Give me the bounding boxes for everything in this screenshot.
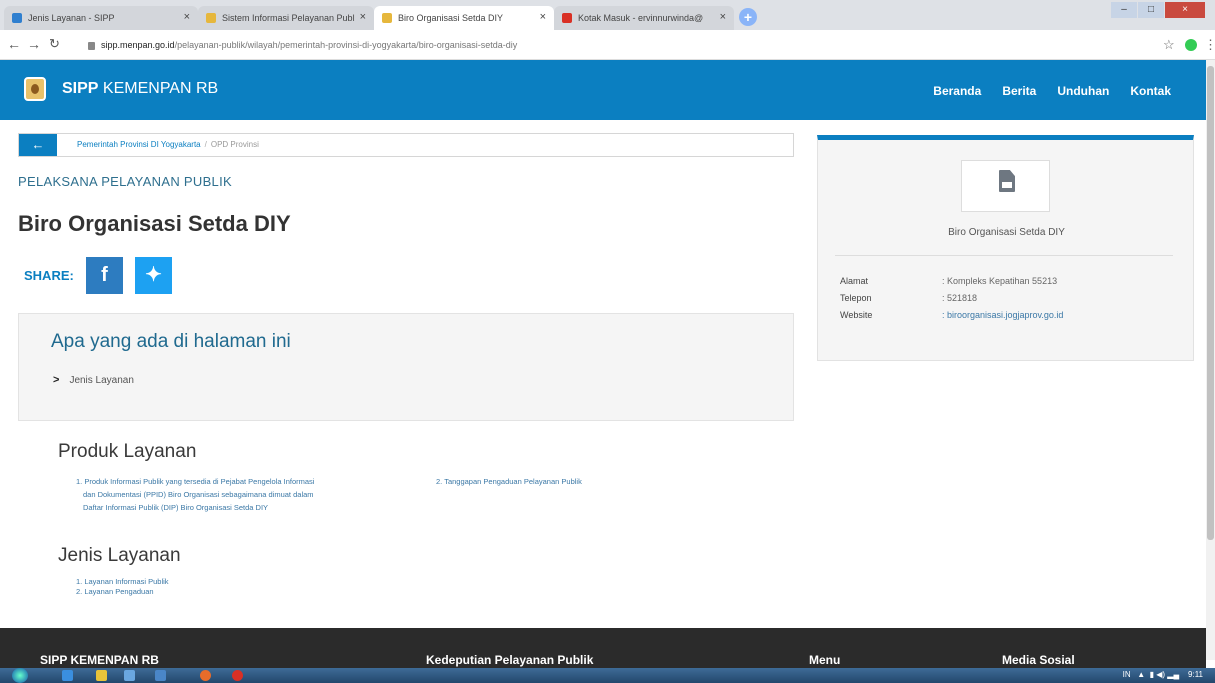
facebook-share-button[interactable]: f <box>86 257 123 294</box>
tab-favicon-icon <box>382 13 392 23</box>
info-value-alamat: : Kompleks Kepatihan 55213 <box>942 276 1058 286</box>
language-indicator[interactable]: IN <box>1123 670 1131 679</box>
organization-card: Biro Organisasi Setda DIY Alamat : Kompl… <box>817 135 1194 361</box>
browser-tab[interactable]: Kotak Masuk - ervinnurwinda@ × <box>554 6 734 30</box>
maximize-icon[interactable]: □ <box>1138 2 1164 18</box>
app-icon[interactable] <box>155 670 166 681</box>
breadcrumb-link-province[interactable]: Pemerintah Provinsi DI Yogyakarta <box>77 140 201 149</box>
url-path: /pelayanan-publik/wilayah/pemerintah-pro… <box>174 40 518 50</box>
info-label-website: Website <box>840 310 873 320</box>
contents-item[interactable]: > Jenis Layanan <box>53 374 134 386</box>
tab-close-icon[interactable]: × <box>184 11 190 23</box>
jenis-item-2[interactable]: 2. Layanan Pengaduan <box>76 587 169 597</box>
contents-item-label: Jenis Layanan <box>69 375 134 386</box>
close-window-icon[interactable]: × <box>1165 2 1205 18</box>
url-field[interactable]: sipp.menpan.go.id/pelayanan-publik/wilay… <box>88 35 1146 55</box>
top-navigation: Beranda Berita Unduhan Kontak <box>933 84 1171 98</box>
browser-menu-icon[interactable]: ⋮ <box>1204 37 1215 53</box>
tab-label: Jenis Layanan - SIPP <box>28 13 115 23</box>
produk-item-1-line: dan Dokumentasi (PPID) Biro Organisasi s… <box>83 490 314 499</box>
tab-close-icon[interactable]: × <box>720 11 726 23</box>
footer-heading-media-sosial: Media Sosial <box>1002 653 1075 667</box>
tab-favicon-icon <box>206 13 216 23</box>
card-divider <box>835 255 1173 256</box>
jenis-item-1[interactable]: 1. Layanan Informasi Publik <box>76 577 169 587</box>
info-value-website[interactable]: : biroorganisasi.jogjaprov.go.id <box>942 310 1063 320</box>
nav-berita[interactable]: Berita <box>1002 84 1036 98</box>
jenis-layanan-list: 1. Layanan Informasi Publik 2. Layanan P… <box>76 577 169 597</box>
app-icon[interactable] <box>124 670 135 681</box>
breadcrumb-separator: / <box>204 140 207 149</box>
jenis-layanan-heading: Jenis Layanan <box>58 545 181 566</box>
produk-item-1-line: 1. Produk Informasi Publik yang tersedia… <box>76 477 315 486</box>
site-brand[interactable]: SIPP KEMENPAN RB <box>62 80 218 98</box>
facebook-icon: f <box>101 264 108 286</box>
produk-item-1-line: Daftar Informasi Publik (DIP) Biro Organ… <box>83 503 269 512</box>
nav-kontak[interactable]: Kontak <box>1130 84 1171 98</box>
produk-item-1[interactable]: 1. Produk Informasi Publik yang tersedia… <box>76 475 314 514</box>
produk-layanan-heading: Produk Layanan <box>58 441 197 462</box>
footer-heading-kedeputian: Kedeputian Pelayanan Publik <box>426 653 594 667</box>
firefox-icon[interactable] <box>200 670 211 681</box>
page-contents-box: Apa yang ada di halaman ini > Jenis Layan… <box>18 313 794 421</box>
info-label-telepon: Telepon <box>840 293 872 303</box>
info-label-alamat: Alamat <box>840 276 869 286</box>
back-button[interactable]: ← <box>19 134 57 156</box>
organization-name: Biro Organisasi Setda DIY <box>948 227 1065 238</box>
browser-tab[interactable]: Jenis Layanan - SIPP × <box>4 6 198 30</box>
breadcrumb: ← Pemerintah Provinsi DI Yogyakarta / OPD … <box>18 133 794 157</box>
window-controls: – □ × <box>1110 2 1205 18</box>
back-arrow-icon[interactable]: ← <box>7 36 21 52</box>
tab-close-icon[interactable]: × <box>360 11 366 23</box>
share-label: SHARE: <box>24 268 74 283</box>
brand-bold: SIPP <box>62 80 99 97</box>
minimize-icon[interactable]: – <box>1111 2 1137 18</box>
footer-heading-menu: Menu <box>809 653 841 667</box>
page-title: Biro Organisasi Setda DIY <box>18 211 291 236</box>
browser-tab-active[interactable]: Biro Organisasi Setda DIY × <box>374 6 554 30</box>
os-taskbar: IN ▲ ▮ ◀) ▂▄ 9:11 <box>0 668 1215 683</box>
explorer-icon[interactable] <box>96 670 107 681</box>
site-footer: SIPP KEMENPAN RB Kedeputian Pelayanan Pu… <box>0 628 1206 668</box>
emblem-logo-icon[interactable] <box>24 77 46 101</box>
lock-icon <box>88 41 95 50</box>
new-tab-button[interactable]: + <box>739 8 757 26</box>
nav-unduhan[interactable]: Unduhan <box>1057 84 1109 98</box>
twitter-icon: ✦ <box>145 264 162 286</box>
extension-icon[interactable] <box>1185 39 1197 51</box>
clock[interactable]: 9:11 <box>1188 670 1203 679</box>
reload-icon[interactable]: ↻ <box>49 36 60 52</box>
tab-close-icon[interactable]: × <box>540 11 546 23</box>
breadcrumb-current[interactable]: OPD Provinsi <box>211 140 259 149</box>
start-button-icon[interactable] <box>12 668 28 683</box>
nav-beranda[interactable]: Beranda <box>933 84 981 98</box>
site-header: SIPP KEMENPAN RB Beranda Berita Unduhan … <box>0 60 1206 120</box>
bookmark-star-icon[interactable]: ☆ <box>1163 37 1175 53</box>
tab-label: Sistem Informasi Pelayanan Publ <box>222 13 355 23</box>
forward-arrow-icon[interactable]: → <box>27 36 41 52</box>
chevron-right-icon: > <box>53 374 60 386</box>
scrollbar-thumb[interactable] <box>1207 66 1214 540</box>
breadcrumb-links: Pemerintah Provinsi DI Yogyakarta / OPD Pr… <box>77 140 259 149</box>
contents-title: Apa yang ada di halaman ini <box>51 331 291 352</box>
system-tray: IN ▲ ▮ ◀) ▂▄ 9:11 <box>1122 670 1203 679</box>
tab-favicon-icon <box>12 13 22 23</box>
brand-rest: KEMENPAN RB <box>102 80 219 97</box>
twitter-share-button[interactable]: ✦ <box>135 257 172 294</box>
gmail-favicon-icon <box>562 13 572 23</box>
image-placeholder-icon <box>999 170 1015 192</box>
tab-label: Kotak Masuk - ervinnurwinda@ <box>578 13 704 23</box>
tab-label: Biro Organisasi Setda DIY <box>398 13 504 23</box>
browser-tab[interactable]: Sistem Informasi Pelayanan Publ × <box>198 6 374 30</box>
address-bar: ← → ↻ sipp.menpan.go.id/pelayanan-publik… <box>0 30 1215 60</box>
footer-heading-sipp: SIPP KEMENPAN RB <box>40 653 159 667</box>
organization-image <box>961 160 1050 212</box>
url-domain: sipp.menpan.go.id <box>101 40 175 50</box>
browser-tab-bar: Jenis Layanan - SIPP × Sistem Informasi … <box>0 0 1215 30</box>
info-value-telepon: : 521818 <box>942 293 978 303</box>
page-pretitle: PELAKSANA PELAYANAN PUBLIK <box>18 174 232 189</box>
produk-item-2[interactable]: 2. Tanggapan Pengaduan Pelayanan Publik <box>436 475 582 488</box>
ie-icon[interactable] <box>62 670 73 681</box>
chrome-icon[interactable] <box>232 670 243 681</box>
